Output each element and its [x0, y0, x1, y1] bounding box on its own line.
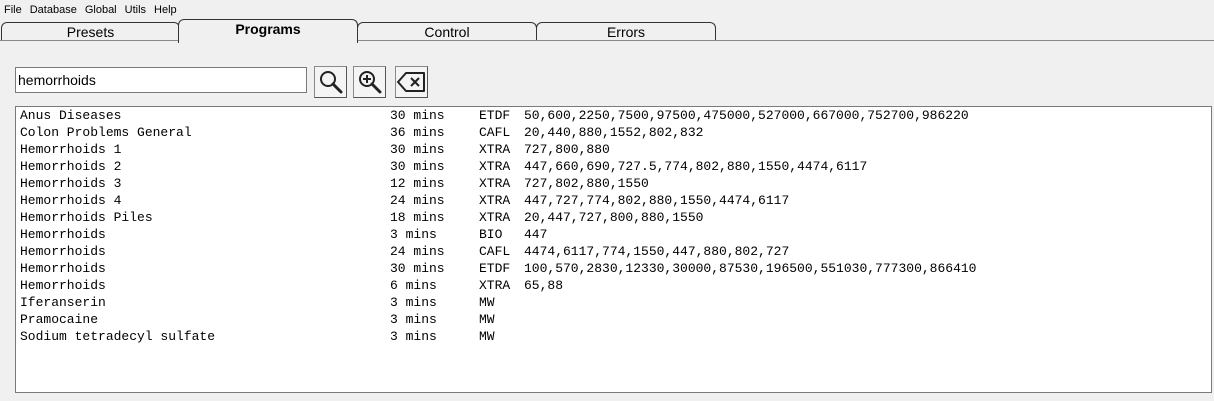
program-type: XTRA [479, 210, 511, 225]
program-name: Hemorrhoids [20, 244, 106, 259]
program-frequencies: 100,570,2830,12330,30000,87530,196500,55… [524, 261, 977, 276]
program-duration: 30 mins [390, 108, 445, 123]
program-type: XTRA [479, 176, 511, 191]
results-list[interactable]: Anus Diseases 30 mins ETDF 50,600,2250,7500… [15, 106, 1212, 393]
program-name: Hemorrhoids 3 [20, 176, 122, 191]
program-type: ETDF [479, 108, 511, 123]
program-type: CAFL [479, 125, 511, 140]
program-frequencies: 447,727,774,802,880,1550,4474,6117 [524, 193, 790, 208]
program-name: Colon Problems General [20, 125, 192, 140]
list-item[interactable]: Pramocaine 3 mins MW [16, 311, 1211, 328]
program-name: Hemorrhoids Piles [20, 210, 153, 225]
program-type: BIO [479, 227, 503, 242]
zoom-button[interactable] [353, 66, 386, 98]
program-name: Iferanserin [20, 295, 106, 310]
program-type: MW [479, 312, 495, 327]
program-type: XTRA [479, 278, 511, 293]
program-name: Hemorrhoids 2 [20, 159, 122, 174]
menu-database[interactable]: Database [26, 2, 81, 18]
list-item[interactable]: Iferanserin 3 mins MW [16, 294, 1211, 311]
tab-control[interactable]: Control [357, 22, 537, 40]
program-type: MW [479, 329, 495, 344]
clear-button[interactable] [395, 66, 428, 98]
program-duration: 30 mins [390, 261, 445, 276]
backspace-clear-icon [396, 71, 427, 93]
program-duration: 30 mins [390, 159, 445, 174]
program-duration: 12 mins [390, 176, 445, 191]
program-type: XTRA [479, 159, 511, 174]
program-type: ETDF [479, 261, 511, 276]
program-name: Sodium tetradecyl sulfate [20, 329, 216, 344]
list-item[interactable]: Sodium tetradecyl sulfate 3 mins MW [16, 328, 1211, 345]
list-item[interactable]: Hemorrhoids 2 30 mins XTRA 447,660,690,727.… [16, 158, 1211, 175]
list-item[interactable]: Hemorrhoids 24 mins CAFL 4474,6117,774,1550… [16, 243, 1211, 260]
program-name: Hemorrhoids [20, 261, 106, 276]
program-type: XTRA [479, 193, 511, 208]
program-frequencies: 4474,6117,774,1550,447,880,802,727 [524, 244, 790, 259]
tab-programs[interactable]: Programs [178, 19, 358, 43]
program-type: MW [479, 295, 495, 310]
tab-bar: Presets Programs Control Errors [0, 19, 1214, 43]
program-duration: 36 mins [390, 125, 445, 140]
program-duration: 3 mins [390, 329, 437, 344]
program-frequencies: 20,440,880,1552,802,832 [524, 125, 704, 140]
menu-file[interactable]: File [0, 2, 26, 18]
program-frequencies: 20,447,727,800,880,1550 [524, 210, 704, 225]
program-duration: 3 mins [390, 295, 437, 310]
list-item[interactable]: Anus Diseases 30 mins ETDF 50,600,2250,7500… [16, 107, 1211, 124]
list-item[interactable]: Hemorrhoids Piles 18 mins XTRA 20,447,727,8… [16, 209, 1211, 226]
menu-utils[interactable]: Utils [121, 2, 150, 18]
program-duration: 18 mins [390, 210, 445, 225]
list-item[interactable]: Hemorrhoids 3 12 mins XTRA 727,802,880,1550 [16, 175, 1211, 192]
list-item[interactable]: Hemorrhoids 30 mins ETDF 100,570,2830,12330… [16, 260, 1211, 277]
program-name: Hemorrhoids [20, 227, 106, 242]
program-duration: 3 mins [390, 312, 437, 327]
list-item[interactable]: Hemorrhoids 4 24 mins XTRA 447,727,774,802,… [16, 192, 1211, 209]
program-duration: 24 mins [390, 193, 445, 208]
program-type: XTRA [479, 142, 511, 157]
program-frequencies: 727,802,880,1550 [524, 176, 649, 191]
list-item[interactable]: Hemorrhoids 1 30 mins XTRA 727,800,880 [16, 141, 1211, 158]
program-frequencies: 65,88 [524, 278, 564, 293]
program-frequencies: 50,600,2250,7500,97500,475000,527000,667… [524, 108, 969, 123]
program-name: Pramocaine [20, 312, 99, 327]
program-duration: 3 mins [390, 227, 437, 242]
search-input[interactable] [15, 67, 307, 93]
list-item[interactable]: Hemorrhoids 6 mins XTRA 65,88 [16, 277, 1211, 294]
program-name: Hemorrhoids 1 [20, 142, 122, 157]
program-frequencies: 447,660,690,727.5,774,802,880,1550,4474,… [524, 159, 868, 174]
program-name: Hemorrhoids [20, 278, 106, 293]
list-item[interactable]: Colon Problems General 36 mins CAFL 20,440,… [16, 124, 1211, 141]
program-type: CAFL [479, 244, 511, 259]
menu-help[interactable]: Help [150, 2, 181, 18]
program-name: Anus Diseases [20, 108, 122, 123]
program-duration: 24 mins [390, 244, 445, 259]
tab-presets[interactable]: Presets [1, 22, 180, 40]
program-name: Hemorrhoids 4 [20, 193, 122, 208]
tab-errors[interactable]: Errors [536, 22, 716, 40]
menu-bar: File Database Global Utils Help [0, 2, 181, 18]
program-duration: 30 mins [390, 142, 445, 157]
program-duration: 6 mins [390, 278, 437, 293]
magnifier-icon [318, 69, 344, 95]
program-frequencies: 447 [524, 227, 548, 242]
search-button[interactable] [314, 66, 347, 98]
list-item[interactable]: Hemorrhoids 3 mins BIO 447 [16, 226, 1211, 243]
zoom-in-icon [357, 69, 383, 95]
menu-global[interactable]: Global [81, 2, 121, 18]
program-frequencies: 727,800,880 [524, 142, 610, 157]
